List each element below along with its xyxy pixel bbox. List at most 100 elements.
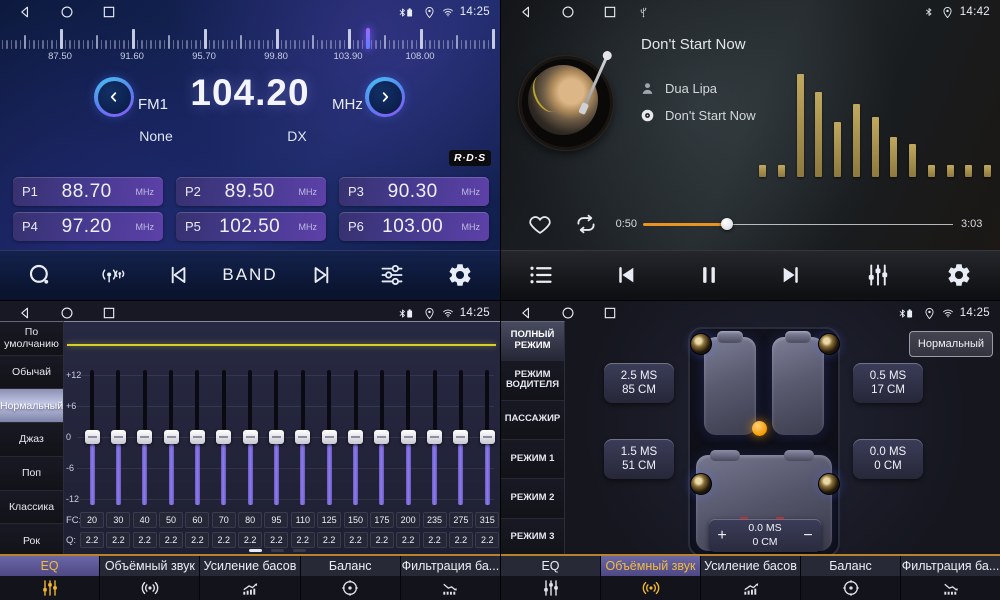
preset-p3-button[interactable]: P390.30MHz <box>339 177 489 206</box>
eq-band-slider[interactable] <box>137 370 153 505</box>
eq-preset-6[interactable]: Классика <box>0 491 63 525</box>
eq-band-slider[interactable] <box>216 370 232 505</box>
radio-broadcast-button[interactable] <box>100 262 127 289</box>
eq-band-slider[interactable] <box>110 370 126 505</box>
eq-band-slider[interactable] <box>242 370 258 505</box>
seek-knob[interactable] <box>721 218 733 230</box>
back-icon[interactable] <box>511 4 541 20</box>
band-button[interactable]: BAND <box>222 265 277 285</box>
tab-filter[interactable]: Фильтрация ба... <box>400 556 500 600</box>
mode-3[interactable]: ПАССАЖИР <box>501 401 564 440</box>
slider-handle[interactable] <box>269 430 284 444</box>
slider-handle[interactable] <box>401 430 416 444</box>
eq-preset-5[interactable]: Поп <box>0 457 63 491</box>
tab-surround-sound[interactable]: Объёмный звук <box>99 556 199 600</box>
tab-balance[interactable]: Баланс <box>800 556 900 600</box>
slider-handle[interactable] <box>295 430 310 444</box>
tab-filter[interactable]: Фильтрация ба... <box>900 556 1000 600</box>
tab-eq[interactable]: EQ <box>501 556 600 600</box>
delay-front-left-button[interactable]: 2.5 MS 85 CM <box>604 363 674 403</box>
slider-handle[interactable] <box>111 430 126 444</box>
preset-p1-button[interactable]: P188.70MHz <box>13 177 163 206</box>
repeat-button[interactable] <box>573 211 599 237</box>
slider-handle[interactable] <box>216 430 231 444</box>
favorite-button[interactable] <box>527 211 553 237</box>
seek-down-button[interactable] <box>94 77 134 117</box>
back-icon[interactable] <box>10 4 40 20</box>
next-track-button[interactable] <box>778 262 805 289</box>
preset-p2-button[interactable]: P289.50MHz <box>176 177 326 206</box>
delay-rear-right-button[interactable]: 0.0 MS 0 CM <box>853 439 923 479</box>
tab-surround-sound[interactable]: Объёмный звук <box>600 556 700 600</box>
mode-2[interactable]: РЕЖИМ ВОДИТЕЛЯ <box>501 361 564 400</box>
slider-handle[interactable] <box>453 430 468 444</box>
slider-handle[interactable] <box>348 430 363 444</box>
tab-bass-boost[interactable]: Усиление басов <box>199 556 299 600</box>
seek-bar[interactable] <box>643 217 953 231</box>
eq-band-slider[interactable] <box>453 370 469 505</box>
mode-5[interactable]: РЕЖИМ 2 <box>501 479 564 518</box>
tab-balance[interactable]: Баланс <box>300 556 400 600</box>
slider-handle[interactable] <box>322 430 337 444</box>
eq-band-slider[interactable] <box>400 370 416 505</box>
recents-icon[interactable] <box>94 4 124 20</box>
recents-icon[interactable] <box>595 4 625 20</box>
settings-button[interactable] <box>447 262 474 289</box>
tab-eq[interactable]: EQ <box>0 556 99 600</box>
eq-band-slider[interactable] <box>427 370 443 505</box>
eq-band-slider[interactable] <box>321 370 337 505</box>
slider-handle[interactable] <box>137 430 152 444</box>
mode-1[interactable]: ПОЛНЫЙ РЕЖИМ <box>501 322 564 361</box>
slider-handle[interactable] <box>480 430 495 444</box>
slider-handle[interactable] <box>190 430 205 444</box>
eq-preset-7[interactable]: Рок <box>0 524 63 558</box>
pause-button[interactable] <box>696 262 723 289</box>
delay-front-right-button[interactable]: 0.5 MS 17 CM <box>853 363 923 403</box>
eq-preset-3[interactable]: Нормальный <box>0 389 63 423</box>
eq-band-slider[interactable] <box>189 370 205 505</box>
eq-preset-4[interactable]: Джаз <box>0 423 63 457</box>
scan-search-button[interactable] <box>27 262 54 289</box>
previous-station-button[interactable] <box>165 262 192 289</box>
frequency-scale[interactable]: 87.5091.6095.7099.80103.90108.00 <box>0 28 500 62</box>
audio-settings-button[interactable] <box>379 262 406 289</box>
next-station-button[interactable] <box>309 262 336 289</box>
preset-p5-button[interactable]: P5102.50MHz <box>176 212 326 241</box>
home-icon[interactable] <box>553 305 583 321</box>
increase-delay-button[interactable]: + <box>709 519 735 552</box>
recents-icon[interactable] <box>94 305 124 321</box>
mode-6[interactable]: РЕЖИМ 3 <box>501 519 564 558</box>
eq-preset-2[interactable]: Обычай <box>0 356 63 390</box>
eq-band-slider[interactable] <box>163 370 179 505</box>
seek-up-button[interactable] <box>365 77 405 117</box>
delay-rear-left-button[interactable]: 1.5 MS 51 CM <box>604 439 674 479</box>
tab-bass-boost[interactable]: Усиление басов <box>700 556 800 600</box>
slider-handle[interactable] <box>374 430 389 444</box>
eq-band-slider[interactable] <box>268 370 284 505</box>
mode-4[interactable]: РЕЖИМ 1 <box>501 440 564 479</box>
slider-handle[interactable] <box>427 430 442 444</box>
equalizer-button[interactable] <box>865 262 892 289</box>
preset-p6-button[interactable]: P6103.00MHz <box>339 212 489 241</box>
eq-preset-1[interactable]: По умолчанию <box>0 322 63 356</box>
sound-profile-button[interactable]: Нормальный <box>909 331 993 357</box>
settings-button[interactable] <box>946 262 973 289</box>
decrease-delay-button[interactable]: − <box>795 519 821 552</box>
home-icon[interactable] <box>52 305 82 321</box>
recents-icon[interactable] <box>595 305 625 321</box>
back-icon[interactable] <box>10 305 40 321</box>
eq-band-slider[interactable] <box>479 370 495 505</box>
slider-handle[interactable] <box>85 430 100 444</box>
listening-position-marker[interactable] <box>752 421 767 436</box>
home-icon[interactable] <box>52 4 82 20</box>
slider-handle[interactable] <box>164 430 179 444</box>
eq-band-slider[interactable] <box>348 370 364 505</box>
eq-band-slider[interactable] <box>374 370 390 505</box>
slider-handle[interactable] <box>243 430 258 444</box>
preset-p4-button[interactable]: P497.20MHz <box>13 212 163 241</box>
eq-band-slider[interactable] <box>84 370 100 505</box>
back-icon[interactable] <box>511 305 541 321</box>
eq-band-slider[interactable] <box>295 370 311 505</box>
home-icon[interactable] <box>553 4 583 20</box>
playlist-button[interactable] <box>528 262 555 289</box>
